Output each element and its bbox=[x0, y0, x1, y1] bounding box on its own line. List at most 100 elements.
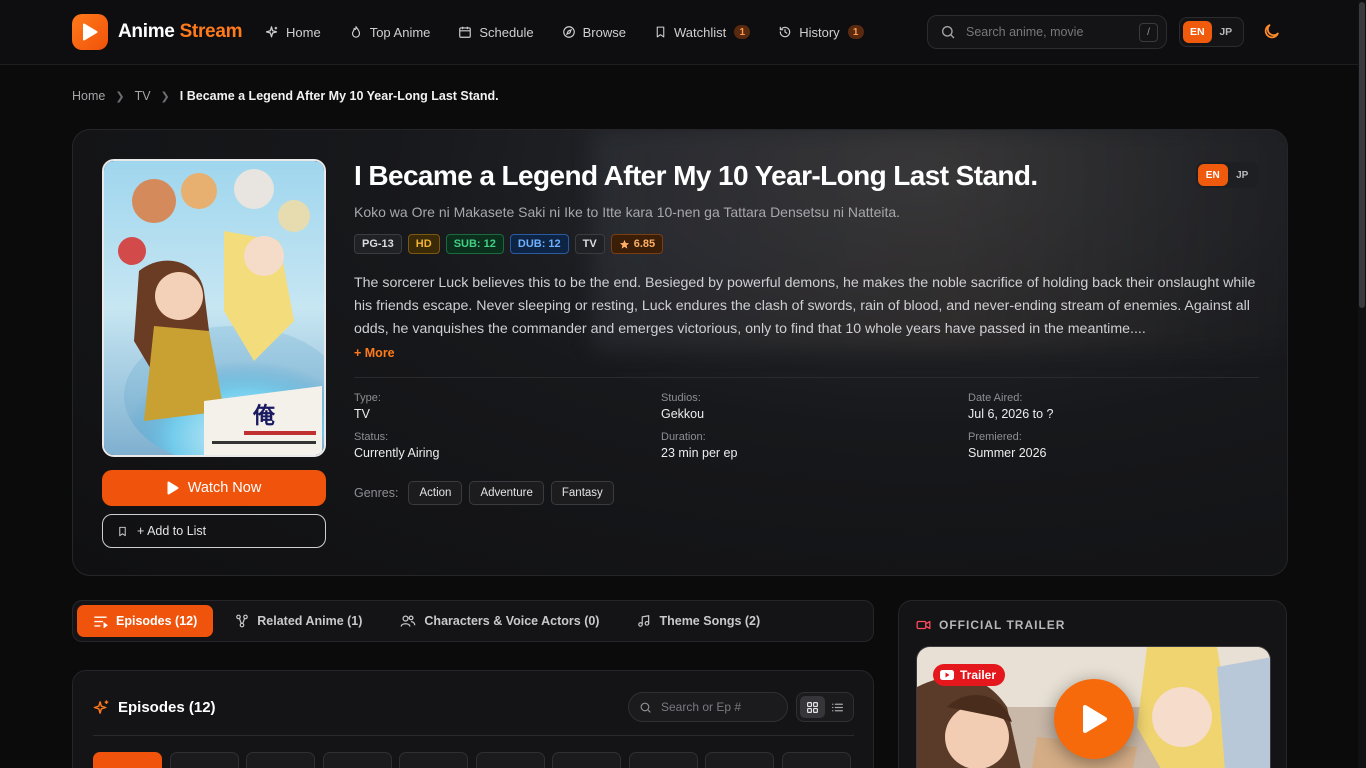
history-count-badge: 1 bbox=[847, 25, 864, 39]
language-toggle: EN JP bbox=[1179, 17, 1244, 47]
lang-jp-button[interactable]: JP bbox=[1212, 21, 1241, 43]
detail-premiered: Premiered: Summer 2026 bbox=[968, 431, 1047, 460]
episode-view-toggle bbox=[796, 692, 854, 722]
tab-theme-songs[interactable]: Theme Songs (2) bbox=[621, 605, 776, 637]
episode-button[interactable] bbox=[93, 752, 162, 768]
music-note-icon bbox=[638, 615, 650, 627]
episode-search-input[interactable] bbox=[661, 700, 771, 714]
list-view-button[interactable] bbox=[825, 696, 850, 718]
global-search[interactable]: / bbox=[927, 15, 1167, 49]
genre-chip-fantasy[interactable]: Fantasy bbox=[550, 481, 614, 505]
episode-button[interactable] bbox=[552, 752, 621, 768]
genre-chip-action[interactable]: Action bbox=[408, 481, 463, 505]
nav-item-top-anime[interactable]: Top Anime bbox=[349, 24, 431, 40]
detail-duration: Duration: 23 min per ep bbox=[661, 431, 737, 460]
trailer-heading: OFFICIAL TRAILER bbox=[916, 618, 1065, 632]
trailer-thumbnail[interactable]: Trailer bbox=[916, 646, 1271, 768]
brand-name-accent: Stream bbox=[179, 21, 243, 42]
tab-related-anime[interactable]: Related Anime (1) bbox=[219, 605, 378, 637]
synopsis-more-button[interactable]: + More bbox=[354, 346, 395, 360]
anime-detail-card: 俺 Watch Now + Add to List I Became a Leg… bbox=[72, 129, 1288, 576]
nav-item-home[interactable]: Home bbox=[264, 25, 321, 40]
bookmark-icon bbox=[119, 526, 126, 536]
genre-list: Genres: Action Adventure Fantasy bbox=[354, 481, 621, 505]
tab-characters[interactable]: Characters & Voice Actors (0) bbox=[384, 605, 615, 637]
episode-search[interactable] bbox=[628, 692, 788, 722]
watch-now-label: Watch Now bbox=[187, 480, 262, 496]
detail-aired-label: Date Aired: bbox=[968, 392, 1023, 404]
add-to-list-button[interactable]: + Add to List bbox=[102, 514, 326, 548]
svg-text:俺: 俺 bbox=[252, 403, 276, 429]
episode-button[interactable] bbox=[399, 752, 468, 768]
youtube-icon bbox=[940, 670, 954, 680]
star-icon bbox=[619, 239, 629, 249]
detail-status-label: Status: bbox=[354, 431, 389, 443]
scrollbar-thumb[interactable] bbox=[1359, 2, 1365, 308]
brand-name: Anime Stream bbox=[118, 21, 242, 43]
detail-type-label: Type: bbox=[354, 392, 381, 404]
title-lang-en-button[interactable]: EN bbox=[1198, 164, 1228, 186]
genres-label: Genres: bbox=[354, 486, 399, 500]
watch-now-button[interactable]: Watch Now bbox=[102, 470, 326, 506]
genre-chip-adventure[interactable]: Adventure bbox=[469, 481, 544, 505]
episode-button[interactable] bbox=[475, 752, 545, 768]
nav-item-schedule[interactable]: Schedule bbox=[458, 25, 534, 40]
page-scrollbar[interactable] bbox=[1358, 0, 1366, 768]
episode-button[interactable] bbox=[781, 752, 851, 768]
play-icon bbox=[167, 481, 179, 495]
tab-label: Episodes (12) bbox=[116, 614, 198, 628]
breadcrumb-home[interactable]: Home bbox=[72, 89, 105, 103]
grid-view-button[interactable] bbox=[800, 696, 825, 718]
search-icon bbox=[942, 26, 955, 39]
trailer-badge-text: Trailer bbox=[960, 668, 997, 682]
detail-aired-value: Jul 6, 2026 to ? bbox=[968, 407, 1054, 421]
share-nodes-icon bbox=[236, 614, 249, 628]
nav-menu: Home Top Anime Schedule Browse Watchlist… bbox=[264, 0, 892, 64]
detail-type: Type: TV bbox=[354, 392, 381, 421]
trailer-play-button[interactable] bbox=[1054, 679, 1134, 759]
theme-toggle-button[interactable] bbox=[1262, 22, 1281, 46]
search-input[interactable] bbox=[966, 25, 1126, 39]
tab-episodes[interactable]: Episodes (12) bbox=[77, 605, 214, 637]
breadcrumb-current: I Became a Legend After My 10 Year-Long … bbox=[179, 89, 499, 103]
watchlist-count-badge: 1 bbox=[734, 25, 751, 39]
list-icon bbox=[94, 615, 108, 628]
detail-premiered-label: Premiered: bbox=[968, 431, 1022, 443]
search-shortcut-hint: / bbox=[1139, 23, 1158, 42]
title-language-toggle: EN JP bbox=[1196, 162, 1259, 188]
brand-logo[interactable]: Anime Stream bbox=[72, 14, 242, 50]
episode-button[interactable] bbox=[628, 752, 698, 768]
tab-label: Related Anime (1) bbox=[257, 614, 363, 628]
play-icon bbox=[1083, 705, 1107, 733]
episode-button[interactable] bbox=[322, 752, 392, 768]
detail-studios-value[interactable]: Gekkou bbox=[661, 407, 704, 421]
anime-title: I Became a Legend After My 10 Year-Long … bbox=[354, 160, 1038, 191]
score-value: 6.85 bbox=[633, 238, 656, 250]
top-navigation: Anime Stream Home Top Anime Schedule Bro… bbox=[0, 0, 1366, 65]
episode-button[interactable] bbox=[246, 752, 315, 768]
lang-en-button[interactable]: EN bbox=[1183, 21, 1212, 43]
episode-button[interactable] bbox=[705, 752, 774, 768]
grid-icon bbox=[807, 701, 818, 713]
moon-icon bbox=[1264, 24, 1279, 39]
nav-item-browse[interactable]: Browse bbox=[562, 25, 626, 40]
detail-studios: Studios: Gekkou bbox=[661, 392, 704, 421]
details-divider bbox=[354, 377, 1259, 378]
poster-artwork: 俺 bbox=[104, 161, 324, 455]
detail-premiered-value[interactable]: Summer 2026 bbox=[968, 446, 1047, 460]
nav-item-label: Top Anime bbox=[369, 24, 431, 40]
video-camera-icon bbox=[916, 620, 931, 630]
score-badge: 6.85 bbox=[610, 234, 664, 254]
episode-button[interactable] bbox=[169, 752, 239, 768]
sparkle-icon bbox=[265, 25, 278, 37]
calendar-icon bbox=[459, 26, 472, 38]
detail-status: Status: Currently Airing bbox=[354, 431, 439, 460]
trailer-badge: Trailer bbox=[933, 664, 1006, 686]
history-icon bbox=[779, 26, 791, 38]
nav-item-history[interactable]: History 1 bbox=[778, 25, 864, 40]
title-lang-jp-button[interactable]: JP bbox=[1228, 164, 1258, 186]
dub-count-badge: DUB: 12 bbox=[509, 234, 569, 254]
breadcrumb-category[interactable]: TV bbox=[135, 89, 151, 103]
nav-item-watchlist[interactable]: Watchlist 1 bbox=[654, 25, 751, 40]
users-icon bbox=[401, 615, 416, 627]
